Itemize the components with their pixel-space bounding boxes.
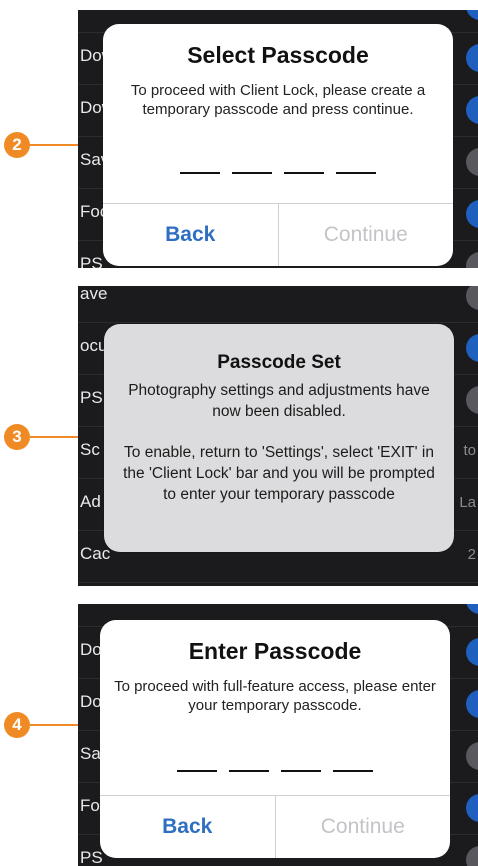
screen-enter-passcode: humbnails Dow Dow Save Focu PS Enter Pas…: [78, 604, 478, 866]
row-label: humbnails: [80, 10, 158, 14]
row-label: Sc: [80, 440, 100, 459]
passcode-digit-slot[interactable]: [333, 770, 373, 772]
continue-button[interactable]: Continue: [279, 204, 454, 266]
step-badge: 4: [4, 712, 30, 738]
toggle-switch[interactable]: [466, 638, 478, 666]
dialog-button-row: Back Continue: [100, 795, 450, 858]
toggle-switch[interactable]: [466, 386, 478, 414]
toggle-switch[interactable]: [466, 148, 478, 176]
row-value: 2: [467, 546, 476, 563]
passcode-digit-slot[interactable]: [229, 770, 269, 772]
toggle-switch[interactable]: [466, 200, 478, 228]
toggle-switch[interactable]: [466, 44, 478, 72]
passcode-input[interactable]: [103, 172, 453, 174]
settings-row[interactable]: ave: [78, 286, 478, 323]
row-label: PS: [80, 254, 103, 268]
toggle-switch[interactable]: [466, 846, 478, 866]
row-label: Cac: [80, 544, 111, 563]
toggle-switch[interactable]: [466, 604, 478, 614]
toggle-switch[interactable]: [466, 252, 478, 268]
screen-passcode-set: ave ocu PS Sc to Ad La Cac 2 Passcode Se…: [78, 286, 478, 586]
dialog-message: To proceed with full-feature access, ple…: [114, 678, 436, 714]
passcode-digit-slot[interactable]: [284, 172, 324, 174]
continue-button[interactable]: Continue: [276, 796, 451, 858]
toggle-switch[interactable]: [466, 96, 478, 124]
row-label: Ad: [80, 492, 101, 511]
step-badge: 3: [4, 424, 30, 450]
alert-title: Passcode Set: [217, 352, 341, 373]
row-label: ave: [80, 286, 108, 303]
passcode-digit-slot[interactable]: [177, 770, 217, 772]
passcode-digit-slot[interactable]: [232, 172, 272, 174]
dialog-title: Enter Passcode: [188, 638, 362, 664]
leader-line: [30, 724, 78, 726]
screen-select-passcode: humbnails Dow Dow Save Focu PS Select Pa…: [78, 10, 478, 268]
dialog-message: To proceed with Client Lock, please crea…: [130, 82, 426, 118]
dialog-button-row: Back Continue: [103, 203, 453, 266]
row-value: to: [463, 442, 476, 459]
row-label: humbnails: [80, 604, 158, 608]
alert-instructions: To enable, return to 'Settings', select …: [123, 444, 435, 503]
toggle-switch[interactable]: [466, 742, 478, 770]
row-value: La: [459, 494, 476, 511]
dialog-title: Select Passcode: [187, 42, 369, 68]
passcode-digit-slot[interactable]: [281, 770, 321, 772]
leader-line: [30, 436, 78, 438]
passcode-set-alert: Passcode Set Photography settings and ad…: [104, 324, 454, 552]
step-badge: 2: [4, 132, 30, 158]
passcode-digit-slot[interactable]: [180, 172, 220, 174]
back-button[interactable]: Back: [103, 204, 279, 266]
toggle-switch[interactable]: [466, 794, 478, 822]
row-label: PS: [80, 388, 103, 407]
passcode-input[interactable]: [100, 770, 450, 772]
toggle-switch[interactable]: [466, 286, 478, 310]
toggle-switch[interactable]: [466, 334, 478, 362]
toggle-switch[interactable]: [466, 10, 478, 20]
select-passcode-dialog: Select Passcode To proceed with Client L…: [103, 24, 453, 266]
back-button[interactable]: Back: [100, 796, 276, 858]
alert-message: Photography settings and adjustments hav…: [128, 382, 430, 420]
toggle-switch[interactable]: [466, 690, 478, 718]
enter-passcode-dialog: Enter Passcode To proceed with full-feat…: [100, 620, 450, 858]
leader-line: [30, 144, 78, 146]
passcode-digit-slot[interactable]: [336, 172, 376, 174]
